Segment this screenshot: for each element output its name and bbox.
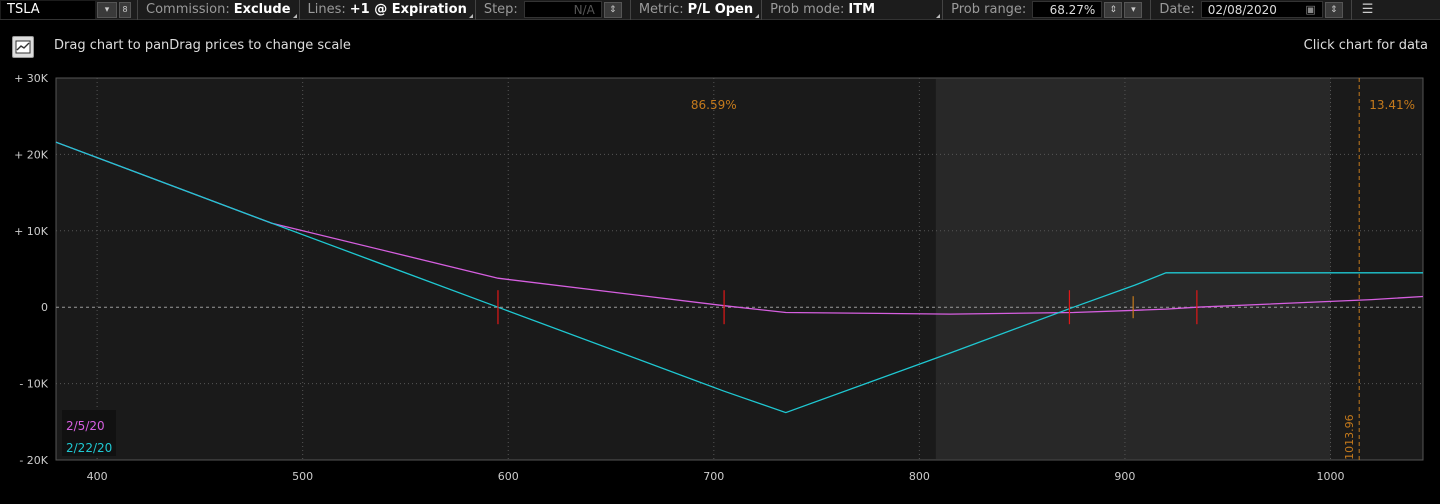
metric-menu[interactable]: Metric: P/L Open <box>631 0 761 20</box>
step-label: Step: <box>483 2 518 17</box>
date-control: Date: 02/08/2020 ▣ ⇕ <box>1151 0 1350 20</box>
prob-mode-menu[interactable]: Prob mode: ITM <box>762 0 942 20</box>
menu-corner-icon <box>468 13 473 18</box>
symbol-link-button[interactable]: 8 <box>119 1 131 18</box>
metric-label: Metric: <box>638 2 684 17</box>
y-tick-label: 0 <box>41 301 48 314</box>
metric-value: P/L Open <box>687 2 754 17</box>
commission-value: Exclude <box>233 2 291 17</box>
date-field[interactable]: 02/08/2020 ▣ <box>1200 1 1323 18</box>
x-tick-label: 1000 <box>1316 470 1344 483</box>
x-tick-label: 700 <box>703 470 724 483</box>
commission-label: Commission: <box>146 2 230 17</box>
prob-mode-label: Prob mode: <box>770 2 845 17</box>
y-tick-label: + 10K <box>14 225 49 238</box>
prob-range-dropdown-button[interactable]: ▾ <box>1124 1 1143 18</box>
probability-label: 13.41% <box>1369 98 1415 112</box>
date-spinner[interactable]: ⇕ <box>1324 1 1343 18</box>
legend-entry: 2/5/20 <box>66 419 105 433</box>
symbol-dropdown-button[interactable]: ▾ <box>97 1 117 18</box>
step-control: Step: N/A ⇕ <box>476 0 630 20</box>
menu-corner-icon <box>755 13 760 18</box>
prob-range-spinner[interactable]: ⇕ <box>1104 1 1123 18</box>
pan-hint: Drag chart to panDrag prices to change s… <box>54 38 351 53</box>
date-label: Date: <box>1159 2 1195 17</box>
probability-band <box>935 79 1331 459</box>
symbol-field[interactable]: TSLA <box>1 0 95 19</box>
click-hint: Click chart for data <box>1303 38 1428 53</box>
y-tick-label: + 20K <box>14 148 49 161</box>
y-tick-label: - 20K <box>19 454 48 467</box>
date-value: 02/08/2020 <box>1207 2 1277 17</box>
y-tick-label: + 30K <box>14 73 49 85</box>
prob-mode-value: ITM <box>848 2 876 17</box>
menu-icon[interactable]: ☰ <box>1352 0 1384 20</box>
commission-menu[interactable]: Commission: Exclude <box>138 0 299 20</box>
x-tick-label: 400 <box>87 470 108 483</box>
lines-menu[interactable]: Lines: +1 @ Expiration <box>300 0 475 20</box>
x-tick-label: 900 <box>1114 470 1135 483</box>
chart-type-icon[interactable] <box>12 36 34 58</box>
prob-range-control: Prob range: 68.27% ⇕ ▾ <box>943 0 1150 20</box>
probability-label: 86.59% <box>691 98 737 112</box>
step-field[interactable]: N/A <box>523 1 602 18</box>
lines-value: +1 @ Expiration <box>349 2 467 17</box>
x-tick-label: 500 <box>292 470 313 483</box>
lines-label: Lines: <box>307 2 346 17</box>
legend-entry: 2/22/20 <box>66 441 112 455</box>
menu-corner-icon <box>292 13 297 18</box>
top-toolbar: TSLA ▾ 8 Commission: Exclude Lines: +1 @… <box>0 0 1440 20</box>
prob-range-field[interactable]: 68.27% <box>1032 1 1103 18</box>
step-spinner[interactable]: ⇕ <box>603 1 622 18</box>
chart-header: Drag chart to panDrag prices to change s… <box>0 21 1440 73</box>
y-tick-label: - 10K <box>19 378 48 391</box>
calendar-icon[interactable]: ▣ <box>1305 3 1315 16</box>
current-price-label: 1013.96 <box>1343 414 1356 460</box>
prob-range-label: Prob range: <box>951 2 1027 17</box>
x-tick-label: 800 <box>909 470 930 483</box>
x-tick-label: 600 <box>498 470 519 483</box>
menu-corner-icon <box>936 13 941 18</box>
pl-chart[interactable]: 400 500 600 700 800 900 1000 + 30K + 20K + 10K 0 - … <box>0 73 1440 504</box>
